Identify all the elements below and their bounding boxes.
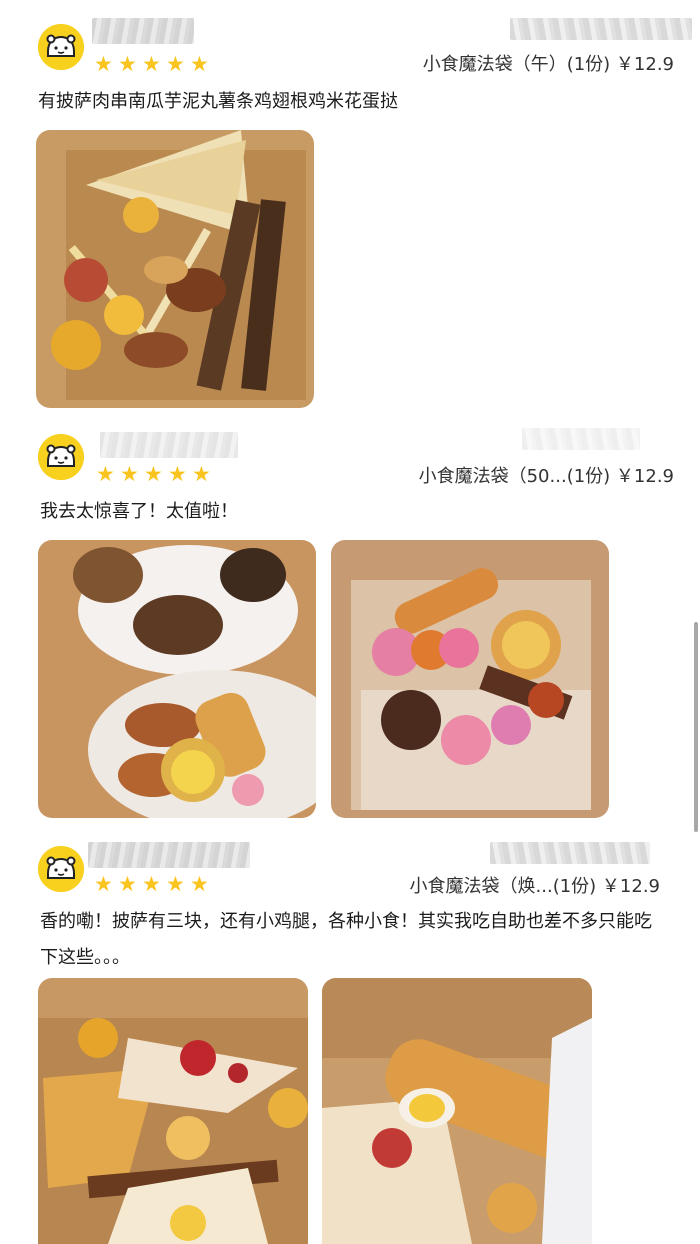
order-price: ￥12.9 <box>615 54 674 75</box>
star-icon: ★ <box>142 52 161 76</box>
review-comment: 有披萨肉串南瓜芋泥丸薯条鸡翅根鸡米花蛋挞 <box>38 91 398 112</box>
cartoon-bear-avatar-icon[interactable] <box>38 24 84 70</box>
star-rating: ★ ★ ★ ★ ★ <box>94 872 210 896</box>
order-price: ￥12.9 <box>601 876 660 897</box>
order-qty: (1份) <box>566 54 611 75</box>
star-icon: ★ <box>168 462 187 486</box>
order-item: 小食魔法袋（午） <box>422 54 567 75</box>
star-icon: ★ <box>118 872 137 896</box>
star-icon: ★ <box>144 462 163 486</box>
order-qty: (1份) <box>566 466 611 487</box>
review-comment: 香的嘞！披萨有三块，还有小鸡腿，各种小食！其实我吃自助也差不多只能吃下这些。。。 <box>40 911 652 968</box>
username-redacted[interactable] <box>88 842 250 868</box>
order-info[interactable]: 小食魔法袋（焕...(1份) ￥12.9 <box>410 872 660 898</box>
scrollbar[interactable] <box>694 622 698 832</box>
review-photo[interactable] <box>322 978 592 1244</box>
cartoon-bear-avatar-icon[interactable] <box>38 434 84 480</box>
star-icon: ★ <box>190 872 209 896</box>
review-photo[interactable] <box>331 540 609 818</box>
order-info[interactable]: 小食魔法袋（午）(1份) ￥12.9 <box>423 50 674 76</box>
star-rating: ★ ★ ★ ★ ★ <box>96 462 212 486</box>
star-icon: ★ <box>190 52 209 76</box>
review-photo[interactable] <box>36 130 314 408</box>
star-icon: ★ <box>166 872 185 896</box>
order-item: 小食魔法袋（焕... <box>409 876 553 897</box>
star-icon: ★ <box>192 462 211 486</box>
star-icon: ★ <box>120 462 139 486</box>
username-redacted[interactable] <box>92 18 194 44</box>
star-icon: ★ <box>118 52 137 76</box>
star-rating: ★ ★ ★ ★ ★ <box>94 52 210 76</box>
review-photo[interactable] <box>38 978 308 1244</box>
timestamp-redacted <box>510 18 692 40</box>
order-info[interactable]: 小食魔法袋（50...(1份) ￥12.9 <box>419 462 674 488</box>
order-price: ￥12.9 <box>615 466 674 487</box>
star-icon: ★ <box>166 52 185 76</box>
star-icon: ★ <box>142 872 161 896</box>
timestamp-redacted <box>490 842 650 864</box>
star-icon: ★ <box>94 52 113 76</box>
review-photo[interactable] <box>38 540 316 818</box>
cartoon-bear-avatar-icon[interactable] <box>38 846 84 892</box>
username-redacted[interactable] <box>100 432 238 458</box>
review-comment: 我去太惊喜了！太值啦！ <box>40 501 238 522</box>
star-icon: ★ <box>96 462 115 486</box>
star-icon: ★ <box>94 872 113 896</box>
order-qty: (1份) <box>552 876 597 897</box>
order-item: 小食魔法袋（50... <box>418 466 567 487</box>
timestamp-redacted <box>522 428 640 450</box>
